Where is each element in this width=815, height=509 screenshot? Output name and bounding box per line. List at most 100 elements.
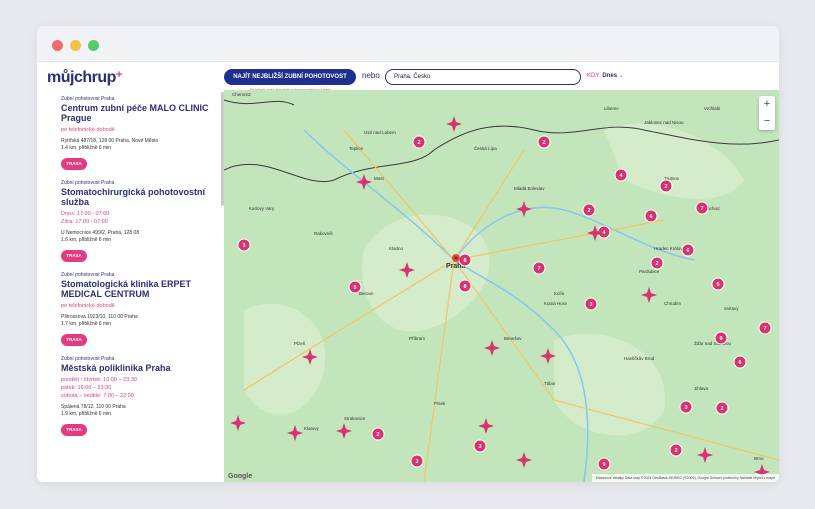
svg-text:6: 6 — [738, 360, 741, 366]
route-button[interactable]: TRASA — [61, 334, 87, 346]
svg-text:2: 2 — [376, 432, 379, 438]
zoom-out-button[interactable]: − — [759, 113, 775, 130]
cluster-marker[interactable]: 8 — [458, 253, 472, 267]
list-item[interactable]: Zubní pohotovost Praha Městská poliklini… — [61, 356, 221, 436]
city-label: Kutná Hora — [544, 301, 567, 306]
city-label: Chemnitz — [232, 92, 252, 97]
cluster-marker[interactable]: 3 — [584, 297, 598, 311]
svg-text:7: 7 — [537, 266, 540, 272]
city-label: Česká Lípa — [474, 145, 497, 151]
svg-text:7: 7 — [700, 206, 703, 212]
cluster-marker[interactable]: 7 — [695, 201, 709, 215]
clinic-hours: Dnes: 17:00 - 07:00 Zítra: 17:00 - 07:00 — [61, 210, 221, 226]
clinic-name[interactable]: Centrum zubní péče MALO CLINIC Prague — [61, 103, 221, 123]
cluster-marker[interactable]: 9 — [714, 331, 728, 345]
when-label: KDY: — [587, 73, 601, 79]
logo-text: můjchrup — [47, 69, 116, 86]
clinic-distance: 1.4 km, přibližně 6 min — [61, 145, 112, 151]
minimize-window-dot[interactable] — [70, 40, 81, 51]
map-attribution[interactable]: Klávesové zkratky Data map ©2024 GeoBasi… — [591, 474, 779, 482]
or-label: nebo — [362, 71, 380, 80]
cluster-marker[interactable]: 3 — [679, 400, 693, 414]
logo-plus-icon: + — [115, 69, 122, 81]
hours-line: pátek: 16:00 – 23:30 — [61, 385, 112, 391]
cluster-marker[interactable]: 3 — [410, 454, 424, 468]
clinic-list[interactable]: Zubní pohotovost Praha Centrum zubní péč… — [37, 90, 224, 482]
clinic-kind: Zubní pohotovost Praha — [61, 96, 115, 102]
cluster-marker[interactable]: 3 — [473, 439, 487, 453]
svg-text:2: 2 — [417, 140, 420, 146]
list-item[interactable]: Zubní pohotovost Praha Stomatochirurgick… — [61, 180, 221, 262]
city-label: Klatovy — [304, 426, 320, 431]
hours-line: po telefonické dohodě — [61, 127, 115, 133]
svg-text:8: 8 — [463, 284, 466, 290]
clinic-kind: Zubní pohotovost Praha — [61, 272, 115, 278]
cluster-marker[interactable]: 2 — [669, 443, 683, 457]
svg-text:2: 2 — [720, 406, 723, 412]
current-location-pin[interactable] — [452, 254, 460, 262]
clinic-name[interactable]: Městská poliklinika Praha — [61, 363, 221, 373]
clinic-address: Pštrossova 1923/10, 110 00 Praha — [61, 314, 138, 320]
list-item[interactable]: Zubní pohotovost Praha Centrum zubní péč… — [61, 96, 221, 170]
city-label: Vrchlabí — [704, 106, 721, 111]
cluster-marker[interactable]: 5 — [348, 280, 362, 294]
cluster-marker[interactable]: 6 — [644, 209, 658, 223]
city-label: Beroun — [359, 291, 374, 296]
cluster-marker[interactable]: 2 — [371, 427, 385, 441]
when-value: Dnes — [602, 73, 618, 79]
logo[interactable]: můjchrup+ — [47, 69, 122, 87]
list-item[interactable]: Zubní pohotovost Praha Stomatologická kl… — [61, 272, 221, 346]
cluster-marker[interactable]: 7 — [532, 261, 546, 275]
cluster-marker[interactable]: 2 — [537, 135, 551, 149]
cluster-marker[interactable]: 7 — [758, 321, 772, 335]
google-logo: Google — [228, 473, 253, 480]
cluster-marker[interactable]: 2 — [659, 179, 673, 193]
clinic-distance: 1.9 km, přibližně 6 min — [61, 411, 112, 417]
cluster-marker[interactable]: 3 — [237, 238, 251, 252]
clinic-kind: Zubní pohotovost Praha — [61, 180, 115, 186]
city-label: Benešov — [504, 336, 522, 341]
route-button[interactable]: TRASA — [61, 424, 87, 436]
clinic-hours: po telefonické dohodě — [61, 302, 221, 310]
cluster-marker[interactable]: 9 — [597, 457, 611, 471]
cluster-marker[interactable]: 8 — [458, 279, 472, 293]
route-button[interactable]: TRASA — [61, 250, 87, 262]
city-label: Kolín — [554, 291, 565, 296]
zoom-in-button[interactable]: + — [759, 96, 775, 113]
cluster-marker[interactable]: 2 — [715, 401, 729, 415]
svg-text:2: 2 — [674, 448, 677, 454]
clinic-name[interactable]: Stomatologická klinika ERPET MEDICAL CEN… — [61, 279, 221, 299]
city-label: Jihlava — [694, 386, 709, 391]
svg-text:9: 9 — [719, 336, 722, 342]
hours-line: Dnes: 17:00 - 07:00 — [61, 211, 110, 217]
cluster-marker[interactable]: 2 — [582, 203, 596, 217]
close-window-dot[interactable] — [52, 40, 63, 51]
clinic-address: U Nemocnice 499/2, Praha, 128 08 — [61, 230, 140, 236]
cluster-marker[interactable]: 4 — [614, 168, 628, 182]
map-canvas[interactable]: Chemnitz Ústí nad Labem Liberec Jablonec na… — [224, 90, 779, 482]
cluster-marker[interactable]: 6 — [681, 243, 695, 257]
hours-line: po telefonické dohodě — [61, 303, 115, 309]
find-nearest-button[interactable]: NAJÍT NEJBLIŽŠÍ ZUBNÍ POHOTOVOST — [224, 69, 356, 85]
route-button[interactable]: TRASA — [61, 158, 87, 170]
city-label: Kladno — [389, 246, 404, 251]
svg-text:6: 6 — [649, 214, 652, 220]
location-search-input[interactable]: Praha, Česko — [385, 69, 581, 85]
svg-text:7: 7 — [763, 326, 766, 332]
cluster-marker[interactable]: 5 — [711, 277, 725, 291]
city-label: Svitavy — [724, 306, 739, 311]
cluster-marker[interactable]: 2 — [650, 256, 664, 270]
when-selector[interactable]: KDY: Dnes ⌄ — [587, 72, 624, 79]
city-label: Příbram — [409, 336, 425, 341]
city-label: Teplice — [349, 146, 364, 151]
clinic-name[interactable]: Stomatochirurgická pohotovostní služba — [61, 187, 221, 207]
maximize-window-dot[interactable] — [88, 40, 99, 51]
cluster-marker[interactable]: 2 — [412, 135, 426, 149]
svg-text:2: 2 — [587, 208, 590, 214]
city-label: Most — [374, 176, 385, 181]
window-titlebar — [37, 26, 779, 62]
city-label: Ústí nad Labem — [364, 129, 396, 135]
zoom-control[interactable]: + − — [759, 96, 775, 130]
cluster-marker[interactable]: 6 — [733, 355, 747, 369]
map-view[interactable]: Chemnitz Ústí nad Labem Liberec Jablonec na… — [224, 90, 779, 482]
